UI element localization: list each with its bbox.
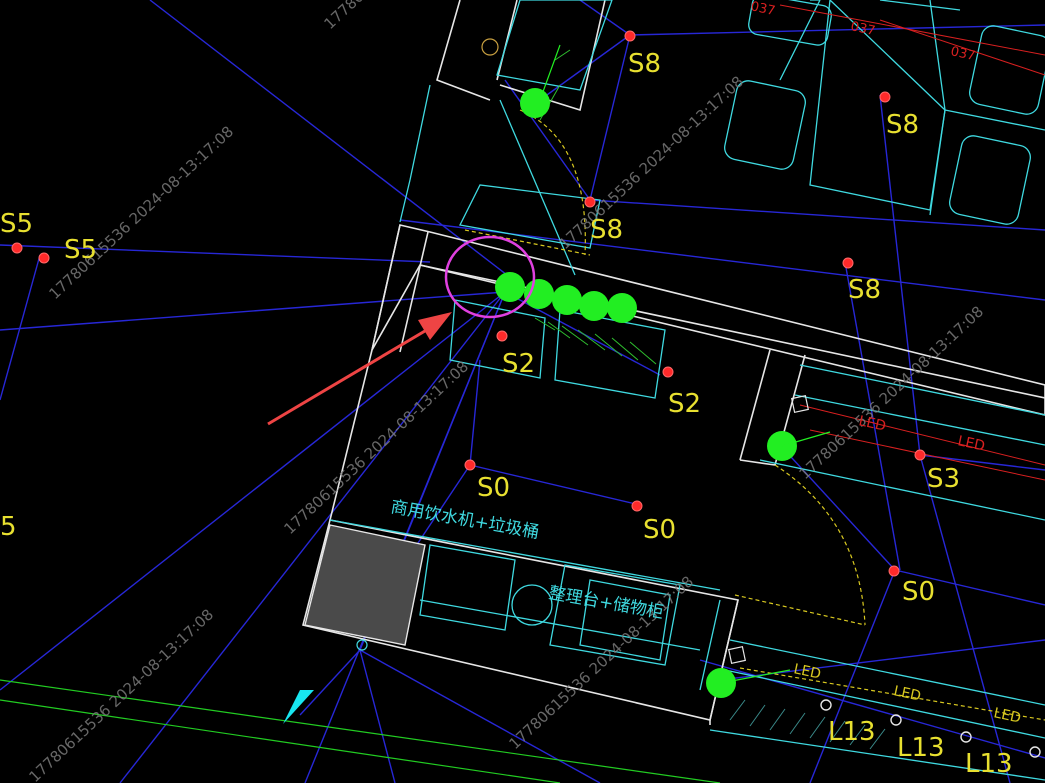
socket-icon [464,459,476,471]
downlight-icon [495,272,525,302]
downlight-icon [579,291,609,321]
dimension-labels: 037 037 037 [749,0,976,64]
structural-column [304,524,426,646]
socket-icon [888,565,900,577]
label-l13: L13 [828,717,876,747]
label-s8: S8 [848,275,881,305]
label-s0: S0 [477,473,510,503]
label-led: LED [792,661,822,682]
label-s8: S8 [886,110,919,140]
label-s5: S5 [64,235,97,265]
socket-icon [624,30,636,42]
label-s8: S8 [628,49,661,79]
downlight-icon [552,285,582,315]
outlet-circle-icon [481,38,499,56]
watermark-text: 17780615536 2024-08-13:17:08 [555,73,747,253]
label-l13: L13 [897,733,945,763]
socket-icon [842,257,854,269]
dimension-lines [779,4,1045,481]
socket-icon [496,330,508,342]
downlight-icon [520,88,550,118]
floor-plan-drawing: 17780615536 2024-08-13:17:08 17780615536… [0,0,1045,783]
downlight-icon [524,279,554,309]
pointer-triangle-icon [283,690,314,724]
watermark-text: 17780615536 2024-08-13:17:08 [25,606,217,783]
socket-icon [879,91,891,103]
label-led: LED [956,433,986,454]
label-s5: 5 [0,512,17,542]
label-s5: S5 [0,209,33,239]
label-prep-counter: 整理台+储物柜 [547,583,665,623]
downlight-icon [607,293,637,323]
socket-icon [38,252,50,264]
label-s8: S8 [590,215,623,245]
watermark-text: 17780615536 2024-08-13:17:08 [320,0,512,33]
label-led: LED [992,705,1022,726]
label-s0: S0 [902,577,935,607]
label-s0: S0 [643,515,676,545]
label-s2: S2 [668,389,701,419]
label-s2: S2 [502,349,535,379]
sockets [11,30,926,577]
outlet-box-icon [727,645,747,665]
cad-canvas[interactable]: 17780615536 2024-08-13:17:08 17780615536… [0,0,1045,783]
socket-icon [11,242,23,254]
dimension-value: 037 [949,44,976,64]
label-led: LED [892,683,922,704]
watermark-text: 17780615536 2024-08-13:17:08 [45,123,237,303]
socket-icon [631,500,643,512]
outlet-box-icon [790,394,810,414]
label-s3: S3 [927,464,960,494]
door-swings [464,109,1045,721]
dimension-value: 037 [749,0,776,19]
socket-icon [662,366,674,378]
label-l13: L13 [965,749,1013,779]
socket-icon [914,449,926,461]
